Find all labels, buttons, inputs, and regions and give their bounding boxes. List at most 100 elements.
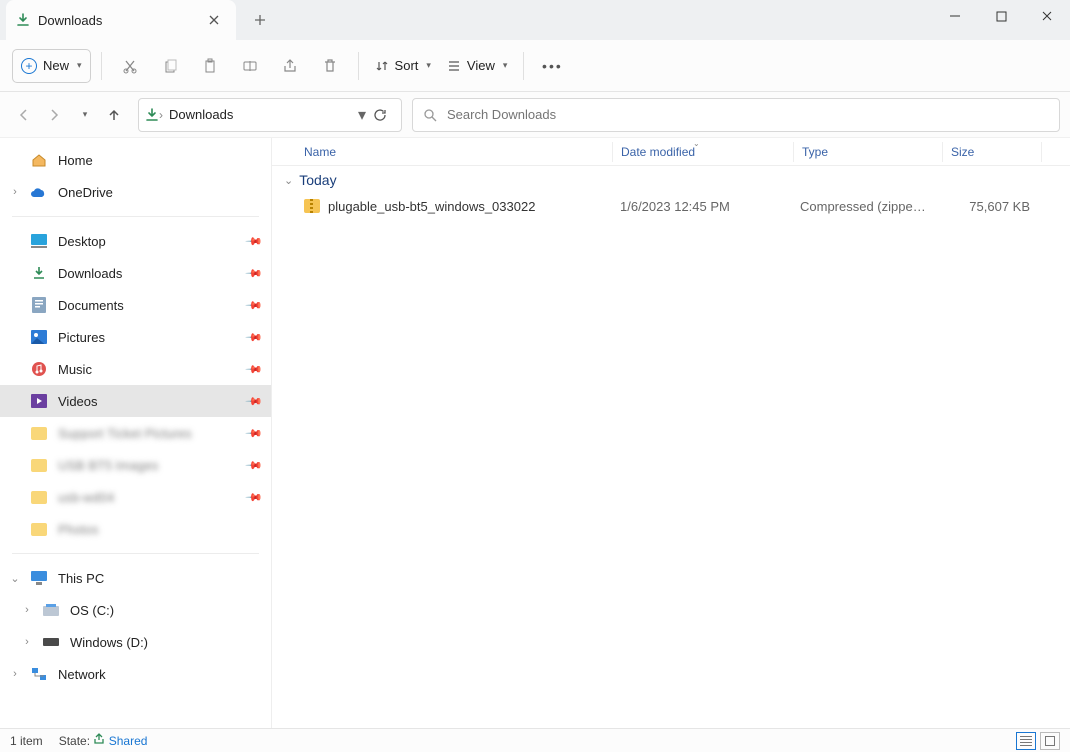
nav-up-button[interactable] (100, 101, 128, 129)
sidebar-item-folder-1[interactable]: Support Ticket Pictures 📌 (0, 417, 271, 449)
thumbnails-view-button[interactable] (1040, 732, 1060, 750)
list-icon (1020, 736, 1032, 746)
sidebar: Home › OneDrive Desktop 📌 Downloads 📌 Do… (0, 138, 272, 728)
search-input[interactable] (447, 107, 1049, 122)
new-label: New (43, 58, 69, 73)
file-row[interactable]: plugable_usb-bt5_windows_033022 1/6/2023… (272, 192, 1070, 220)
sidebar-item-label: Music (58, 362, 92, 377)
download-icon (30, 264, 48, 282)
sidebar-item-drive-d[interactable]: › Windows (D:) (0, 626, 271, 658)
sidebar-item-label: OS (C:) (70, 603, 114, 618)
search-icon (423, 108, 437, 122)
sidebar-item-label: Photos (58, 522, 98, 537)
folder-icon (30, 488, 48, 506)
status-bar: 1 item State: Shared (0, 728, 1070, 752)
sidebar-item-label: Windows (D:) (70, 635, 148, 650)
nav-recent-button[interactable]: ▾ (70, 101, 98, 129)
chevron-right-icon[interactable]: › (20, 635, 34, 649)
drive-icon (42, 633, 60, 651)
column-size[interactable]: Size (943, 145, 1041, 159)
cloud-icon (30, 183, 48, 201)
chevron-right-icon[interactable]: › (20, 603, 34, 617)
nav-back-button[interactable] (10, 101, 38, 129)
plus-circle-icon: + (21, 58, 37, 74)
sidebar-item-folder-2[interactable]: USB BT5 Images 📌 (0, 449, 271, 481)
sidebar-item-documents[interactable]: Documents 📌 (0, 289, 271, 321)
chevron-down-icon: ▾ (83, 109, 88, 120)
chevron-down-icon[interactable]: ⌄ (8, 571, 22, 585)
cut-button[interactable] (112, 49, 148, 83)
view-button[interactable]: View ▾ (441, 49, 513, 83)
share-button[interactable] (272, 49, 308, 83)
new-tab-button[interactable] (244, 4, 276, 36)
network-icon (30, 665, 48, 683)
chevron-right-icon[interactable]: › (8, 667, 22, 681)
shared-icon (93, 734, 108, 748)
nav-arrows: ▾ (10, 101, 128, 129)
delete-button[interactable] (312, 49, 348, 83)
pin-icon: 📌 (245, 328, 264, 347)
file-name: plugable_usb-bt5_windows_033022 (328, 199, 535, 214)
file-date-cell: 1/6/2023 12:45 PM (612, 199, 792, 214)
sidebar-item-desktop[interactable]: Desktop 📌 (0, 225, 271, 257)
breadcrumb-downloads[interactable]: Downloads (169, 107, 233, 122)
rename-button[interactable] (232, 49, 268, 83)
address-dropdown-button[interactable]: ▾ (351, 105, 373, 125)
sidebar-item-folder-4[interactable]: Photos (0, 513, 271, 545)
sort-icon (375, 59, 389, 73)
state-label: State: Shared (59, 733, 148, 748)
new-button[interactable]: + New ▾ (12, 49, 91, 83)
column-type[interactable]: Type (794, 145, 942, 159)
close-tab-icon[interactable] (206, 12, 222, 28)
file-size-cell: 75,607 KB (940, 199, 1038, 214)
item-count: 1 item (10, 734, 43, 748)
minimize-button[interactable] (932, 0, 978, 32)
details-view-button[interactable] (1016, 732, 1036, 750)
desktop-icon (30, 232, 48, 250)
sidebar-divider (12, 553, 259, 554)
toolbar-separator (523, 52, 524, 80)
download-icon (16, 13, 30, 27)
sidebar-item-onedrive[interactable]: › OneDrive (0, 176, 271, 208)
pin-icon: 📌 (245, 360, 264, 379)
sidebar-item-label: Videos (58, 394, 98, 409)
sidebar-item-label: Documents (58, 298, 124, 313)
sidebar-item-network[interactable]: › Network (0, 658, 271, 690)
more-button[interactable]: ••• (534, 49, 570, 83)
column-date[interactable]: Date modified⌄ (613, 145, 793, 159)
toolbar-separator (101, 52, 102, 80)
sidebar-item-thispc[interactable]: ⌄ This PC (0, 562, 271, 594)
address-bar[interactable]: › Downloads ▾ (138, 98, 402, 132)
sort-button[interactable]: Sort ▾ (369, 49, 437, 83)
body: Home › OneDrive Desktop 📌 Downloads 📌 Do… (0, 138, 1070, 728)
close-window-button[interactable] (1024, 0, 1070, 32)
tab-downloads[interactable]: Downloads (6, 0, 236, 40)
refresh-button[interactable] (373, 108, 395, 122)
sidebar-item-videos[interactable]: Videos 📌 (0, 385, 271, 417)
chevron-down-icon: ▾ (503, 60, 508, 71)
maximize-button[interactable] (978, 0, 1024, 32)
sidebar-item-downloads[interactable]: Downloads 📌 (0, 257, 271, 289)
sidebar-item-drive-c[interactable]: › OS (C:) (0, 594, 271, 626)
sidebar-item-home[interactable]: Home (0, 144, 271, 176)
paste-button[interactable] (192, 49, 228, 83)
copy-button[interactable] (152, 49, 188, 83)
chevron-right-icon[interactable]: › (8, 185, 22, 199)
group-today[interactable]: ⌄ Today (272, 166, 1070, 192)
toolbar: + New ▾ Sort ▾ View ▾ ••• (0, 40, 1070, 92)
search-box[interactable] (412, 98, 1060, 132)
sidebar-item-music[interactable]: Music 📌 (0, 353, 271, 385)
home-icon (30, 151, 48, 169)
sort-indicator-icon: ⌄ (693, 139, 700, 148)
pin-icon: 📌 (245, 488, 264, 507)
column-headers: Name Date modified⌄ Type Size (272, 138, 1070, 166)
sidebar-item-folder-3[interactable]: usb-wd04 📌 (0, 481, 271, 513)
sidebar-item-pictures[interactable]: Pictures 📌 (0, 321, 271, 353)
sidebar-item-label: Downloads (58, 266, 122, 281)
pin-icon: 📌 (245, 392, 264, 411)
group-label: Today (299, 172, 336, 188)
column-name[interactable]: Name (296, 145, 612, 159)
sidebar-item-label: Desktop (58, 234, 106, 249)
chevron-down-icon: ⌄ (284, 174, 293, 187)
nav-forward-button[interactable] (40, 101, 68, 129)
